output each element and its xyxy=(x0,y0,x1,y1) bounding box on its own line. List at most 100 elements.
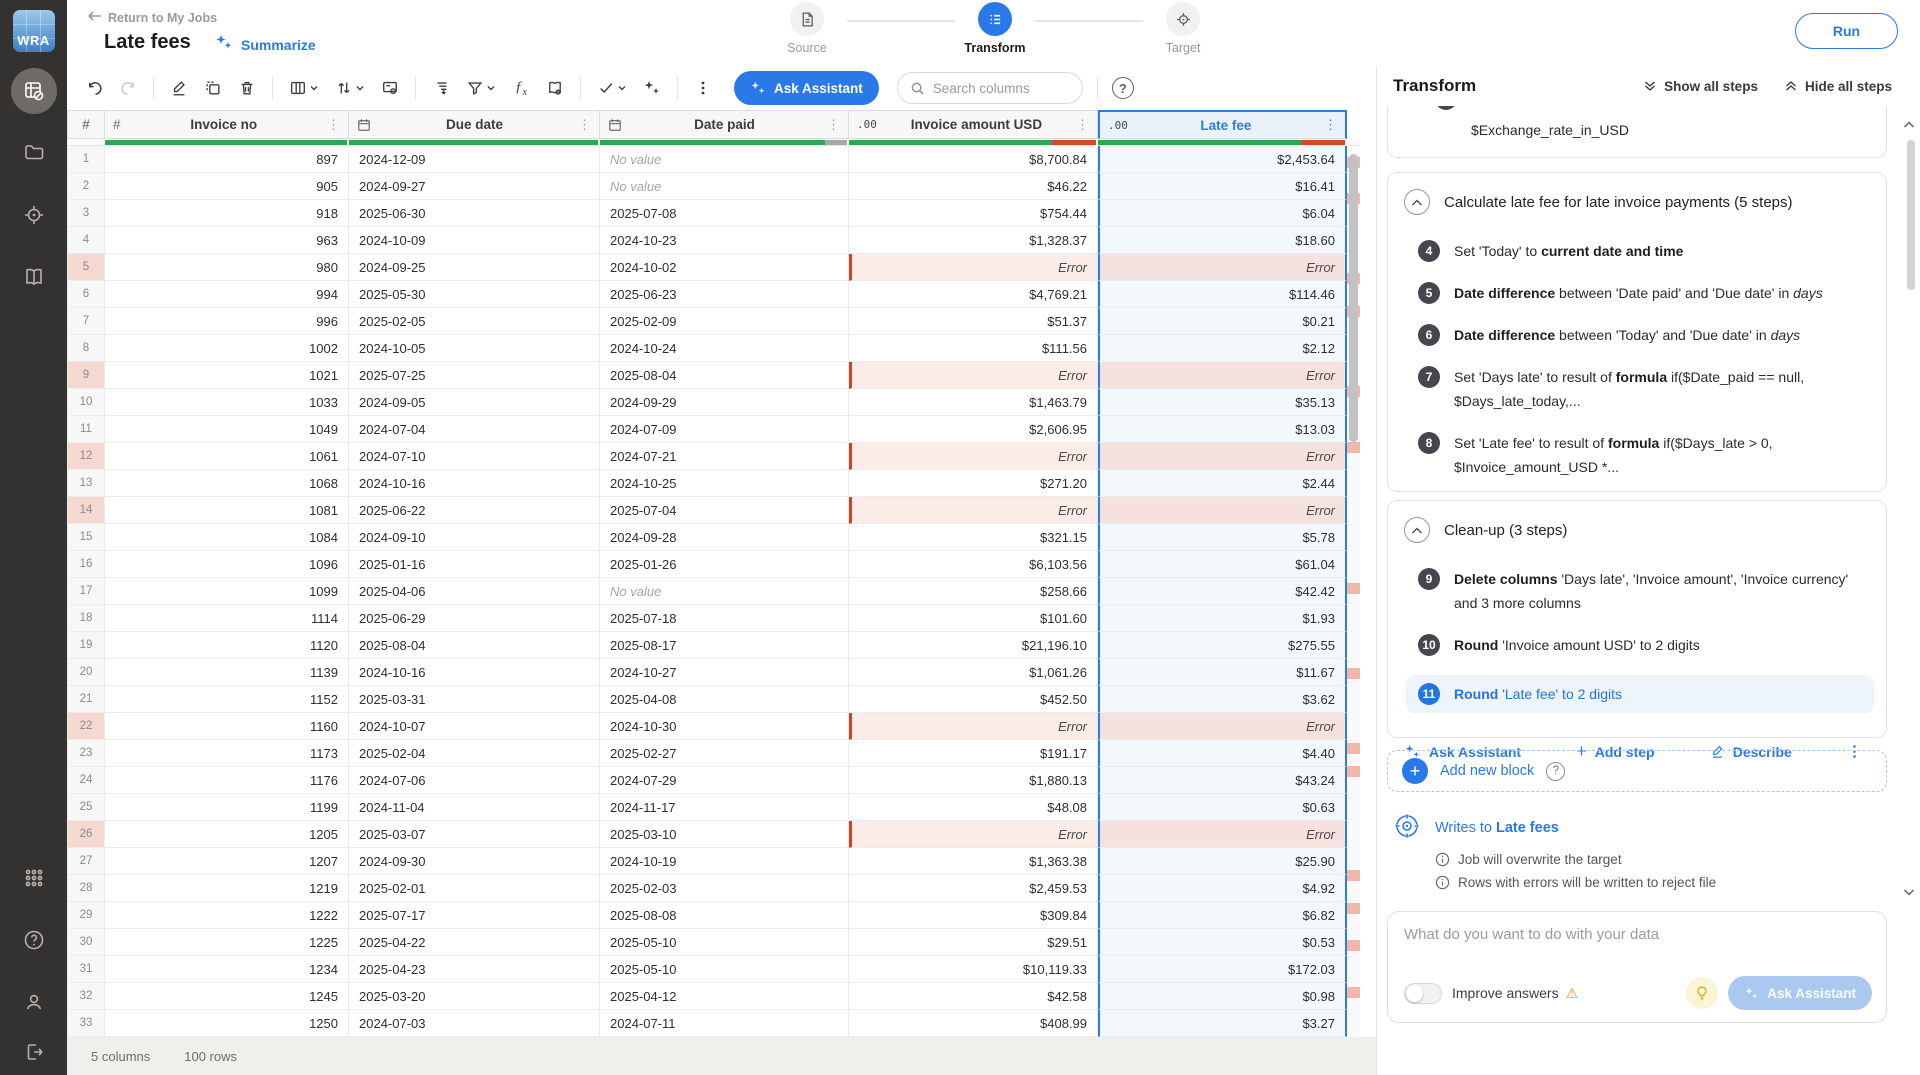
due-date-cell[interactable]: 2025-02-05 xyxy=(349,308,600,335)
late-fee-cell[interactable]: $6.82 xyxy=(1098,902,1347,929)
invoice-amount-cell[interactable]: $8,700.84 xyxy=(849,146,1098,173)
writes-to-link[interactable]: Writes to Late fees xyxy=(1393,812,1716,844)
copy-button[interactable] xyxy=(196,73,230,103)
late-fee-cell[interactable]: $2.12 xyxy=(1098,335,1347,362)
transform-step-4[interactable]: 4Set 'Today' to current date and time xyxy=(1418,239,1868,263)
lookup-button[interactable] xyxy=(538,73,572,103)
panel-scroll-up-icon[interactable] xyxy=(1903,116,1915,134)
due-date-cell[interactable]: 2024-11-04 xyxy=(349,794,600,821)
late-fee-cell[interactable]: Error xyxy=(1098,497,1347,524)
due-date-cell[interactable]: 2025-05-30 xyxy=(349,281,600,308)
invoice-amount-cell[interactable]: $6,103.56 xyxy=(849,551,1098,578)
due-date-cell[interactable]: 2025-04-06 xyxy=(349,578,600,605)
date-paid-cell[interactable]: 2024-07-21 xyxy=(600,443,849,470)
invoice-no-cell[interactable]: 1219 xyxy=(105,875,349,902)
invoice-amount-cell[interactable]: $309.84 xyxy=(849,902,1098,929)
invoice-amount-cell[interactable]: Error xyxy=(849,254,1098,281)
late-fee-cell[interactable]: $2.44 xyxy=(1098,470,1347,497)
row-number-cell[interactable]: 19 xyxy=(67,632,105,659)
due-date-cell[interactable]: 2024-12-09 xyxy=(349,146,600,173)
late-fee-cell[interactable]: $16.41 xyxy=(1098,173,1347,200)
due-date-cell[interactable]: 2025-01-16 xyxy=(349,551,600,578)
row-number-cell[interactable]: 10 xyxy=(67,389,105,416)
date-paid-cell[interactable]: 2025-01-26 xyxy=(600,551,849,578)
invoice-amount-cell[interactable]: $4,769.21 xyxy=(849,281,1098,308)
column-header-late-fee[interactable]: .00Late fee⋮ xyxy=(1098,110,1347,139)
transform-step-8[interactable]: 8Set 'Late fee' to result of formula if(… xyxy=(1418,431,1868,479)
invoice-amount-cell[interactable]: Error xyxy=(849,713,1098,740)
date-paid-cell[interactable]: 2024-10-19 xyxy=(600,848,849,875)
sidebar-item-apps[interactable] xyxy=(11,855,57,901)
due-date-cell[interactable]: 2025-07-25 xyxy=(349,362,600,389)
invoice-no-cell[interactable]: 1139 xyxy=(105,659,349,686)
date-paid-cell[interactable]: 2025-03-10 xyxy=(600,821,849,848)
due-date-cell[interactable]: 2024-09-30 xyxy=(349,848,600,875)
invoice-no-cell[interactable]: 1222 xyxy=(105,902,349,929)
invoice-no-cell[interactable]: 1160 xyxy=(105,713,349,740)
invoice-no-cell[interactable]: 1250 xyxy=(105,1010,349,1037)
invoice-amount-cell[interactable]: $271.20 xyxy=(849,470,1098,497)
invoice-no-cell[interactable]: 1234 xyxy=(105,956,349,983)
row-number-cell[interactable]: 2 xyxy=(67,173,105,200)
date-paid-cell[interactable]: 2025-08-08 xyxy=(600,902,849,929)
row-number-cell[interactable]: 23 xyxy=(67,740,105,767)
date-paid-cell[interactable]: 2025-08-17 xyxy=(600,632,849,659)
summarize-button[interactable]: Summarize xyxy=(215,34,316,55)
row-number-cell[interactable]: 12 xyxy=(67,443,105,470)
due-date-cell[interactable]: 2025-03-20 xyxy=(349,983,600,1010)
date-paid-cell[interactable]: 2025-07-04 xyxy=(600,497,849,524)
column-header-invoice-amount-usd[interactable]: .00Invoice amount USD⋮ xyxy=(849,110,1098,139)
invoice-amount-cell[interactable]: $2,606.95 xyxy=(849,416,1098,443)
invoice-no-cell[interactable]: 1173 xyxy=(105,740,349,767)
due-date-cell[interactable]: 2024-10-16 xyxy=(349,470,600,497)
collapse-block-icon[interactable] xyxy=(1404,517,1430,543)
late-fee-cell[interactable]: Error xyxy=(1098,254,1347,281)
row-number-cell[interactable]: 24 xyxy=(67,767,105,794)
late-fee-cell[interactable]: $5.78 xyxy=(1098,524,1347,551)
due-date-cell[interactable]: 2025-04-23 xyxy=(349,956,600,983)
date-paid-cell[interactable]: 2025-07-08 xyxy=(600,200,849,227)
invoice-amount-cell[interactable]: $1,061.26 xyxy=(849,659,1098,686)
due-date-cell[interactable]: 2025-03-07 xyxy=(349,821,600,848)
columns-button[interactable] xyxy=(281,73,327,103)
panel-scrollbar-thumb[interactable] xyxy=(1907,140,1915,290)
date-paid-cell[interactable]: 2024-07-11 xyxy=(600,1010,849,1037)
due-date-cell[interactable]: 2025-06-29 xyxy=(349,605,600,632)
invoice-amount-cell[interactable]: $408.99 xyxy=(849,1010,1098,1037)
more-options-button[interactable] xyxy=(686,73,720,103)
sidebar-item-help[interactable] xyxy=(11,917,57,963)
improve-answers-toggle[interactable] xyxy=(1404,983,1442,1004)
invoice-amount-cell[interactable]: $21,196.10 xyxy=(849,632,1098,659)
late-fee-cell[interactable]: $0.63 xyxy=(1098,794,1347,821)
late-fee-cell[interactable]: $1.93 xyxy=(1098,605,1347,632)
date-paid-cell[interactable]: 2024-10-27 xyxy=(600,659,849,686)
row-number-cell[interactable]: 4 xyxy=(67,227,105,254)
date-paid-cell[interactable]: 2025-05-10 xyxy=(600,929,849,956)
invoice-no-cell[interactable]: 918 xyxy=(105,200,349,227)
invoice-amount-cell[interactable]: $1,463.79 xyxy=(849,389,1098,416)
invoice-amount-cell[interactable]: $754.44 xyxy=(849,200,1098,227)
due-date-cell[interactable]: 2025-03-31 xyxy=(349,686,600,713)
row-number-cell[interactable]: 28 xyxy=(67,875,105,902)
row-number-cell[interactable]: 32 xyxy=(67,983,105,1010)
row-number-cell[interactable]: 25 xyxy=(67,794,105,821)
stepper-transform[interactable]: Transform xyxy=(955,2,1035,55)
chat-ask-assistant-button[interactable]: Ask Assistant xyxy=(1728,976,1872,1010)
late-fee-cell[interactable]: $13.03 xyxy=(1098,416,1347,443)
column-menu-icon[interactable]: ⋮ xyxy=(827,120,840,130)
due-date-cell[interactable]: 2024-07-04 xyxy=(349,416,600,443)
sidebar-item-targets[interactable] xyxy=(11,192,57,238)
formula-button[interactable]: ƒx xyxy=(504,73,538,103)
date-paid-cell[interactable]: 2024-10-24 xyxy=(600,335,849,362)
late-fee-cell[interactable]: $4.40 xyxy=(1098,740,1347,767)
invoice-no-cell[interactable]: 1021 xyxy=(105,362,349,389)
grid-scrollbar-track[interactable] xyxy=(1347,146,1360,1075)
ai-suggest-button[interactable] xyxy=(635,73,669,103)
late-fee-cell[interactable]: Error xyxy=(1098,362,1347,389)
late-fee-cell[interactable]: Error xyxy=(1098,821,1347,848)
due-date-cell[interactable]: 2024-09-27 xyxy=(349,173,600,200)
invoice-no-cell[interactable]: 1199 xyxy=(105,794,349,821)
invoice-no-cell[interactable]: 963 xyxy=(105,227,349,254)
late-fee-cell[interactable]: Error xyxy=(1098,443,1347,470)
row-number-cell[interactable]: 8 xyxy=(67,335,105,362)
